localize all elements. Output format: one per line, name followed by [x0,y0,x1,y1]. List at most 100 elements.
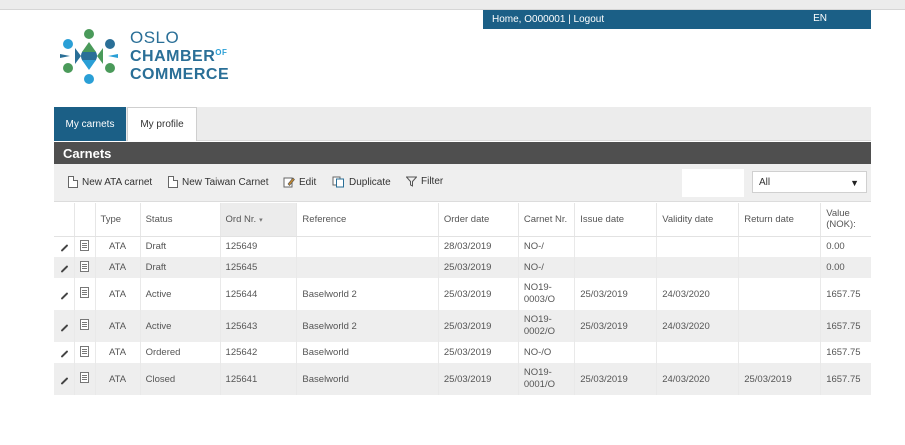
document-icon[interactable] [80,287,90,298]
pencil-icon[interactable] [60,350,68,358]
cell-return-date [738,236,822,257]
logo-text-oslo: OSLO [130,28,180,47]
duplicate-icon [332,176,344,188]
document-icon[interactable] [80,372,90,383]
table-body: ATA Draft 125649 28/03/2019 NO-/0.00 ATA Draft… [54,236,871,395]
language-switch[interactable]: EN [813,13,827,24]
header-validity-date[interactable]: Validity date [656,203,740,237]
row-view-cell [74,257,96,278]
logo-emblem-icon [60,29,118,84]
row-view-cell [74,342,96,363]
cell-validity-date: 24/03/2020 [656,310,740,342]
edit-button[interactable]: Edit [283,176,316,188]
cell-order-date: 25/03/2019 [438,310,519,342]
document-icon[interactable] [80,239,90,251]
toolbar-spacer [682,169,744,197]
cell-reference: Baselworld [296,363,439,395]
new-document-icon [168,176,178,188]
filter-button[interactable]: Filter [406,176,443,187]
table-row[interactable]: ATA Draft 125649 28/03/2019 NO-/ 0.00 [54,236,871,257]
document-icon[interactable] [80,319,90,330]
cell-order-date: 25/03/2019 [438,257,519,278]
table-header-row: Type Status Ord Nr. ▾ Reference Order dat… [54,203,871,237]
logo-text-chamber: CHAMBEROF [130,48,228,65]
header-status[interactable]: Status [140,203,221,237]
header-carnet-nr[interactable]: Carnet Nr. [518,203,576,237]
cell-issue-date: 25/03/2019 [574,310,658,342]
cell-return-date: 25/03/2019 [738,363,822,395]
table-row[interactable]: ATA Ordered 125642 Baselworld 25/03/2019 NO-/… [54,342,871,363]
cell-issue-date [574,236,658,257]
window-top-bar [0,0,905,10]
cell-value: 0.00 [826,241,845,253]
tab-my-profile[interactable]: My profile [127,107,197,141]
cell-ord-nr: 125649 [220,236,298,257]
cell-carnet-nr: NO-/ [518,257,576,278]
table-row[interactable]: ATA Active 125644 Baselworld 2 25/03/2019 NO1… [54,278,871,310]
cell-issue-date: 25/03/2019 [574,363,658,395]
row-edit-cell [54,236,75,257]
pencil-icon[interactable] [60,323,68,332]
header-return-date[interactable]: Return date [738,203,822,237]
row-edit-cell [54,310,75,342]
cell-issue-date: 25/03/2019 [574,278,658,310]
pencil-icon[interactable] [60,265,68,273]
cell-status: Draft [140,257,221,278]
new-ata-carnet-button[interactable]: New ATA carnet [68,176,152,188]
table-row[interactable]: ATA Active 125643 Baselworld 2 25/03/2019 NO1… [54,310,871,342]
logo[interactable]: OSLO CHAMBEROF COMMERCE [52,24,252,94]
cell-validity-date: 24/03/2020 [656,278,740,310]
header-type[interactable]: Type [95,203,141,237]
cell-carnet-nr: NO-/O [518,342,576,363]
status-filter-select[interactable]: All ▼ [752,171,867,193]
header-reference[interactable]: Reference [296,203,439,237]
logo-text-commerce: COMMERCE [130,66,230,83]
row-edit-cell [54,342,75,363]
duplicate-button[interactable]: Duplicate [332,176,391,188]
header-value[interactable]: Value (NOK): [820,203,871,237]
header-ord-nr[interactable]: Ord Nr. ▾ [220,203,298,237]
cell-status: Draft [140,236,221,257]
cell-value: 0.00 [820,257,871,278]
cell-order-date: 25/03/2019 [438,342,519,363]
cell-validity-date [656,236,740,257]
edit-icon [283,177,295,188]
cell-issue-date [574,342,658,363]
cell-ord-nr: 125644 [220,278,298,310]
table-row[interactable]: ATA Closed 125641 Baselworld 25/03/2019 NO19-… [54,363,871,395]
new-taiwan-carnet-button[interactable]: New Taiwan Carnet [168,176,269,188]
table-row[interactable]: ATA Draft 125645 25/03/2019 NO-/ 0.00 [54,257,871,278]
header-order-date[interactable]: Order date [438,203,519,237]
cell-value: 1657.75 [826,347,861,358]
toolbar: New ATA carnet New Taiwan Carnet Edit Du… [54,164,871,202]
header-edit-col [54,203,75,237]
sort-desc-icon: ▾ [259,216,263,224]
cell-status: Closed [140,363,221,395]
cell-reference: Baselworld 2 [296,310,439,342]
carnets-table: Type Status Ord Nr. ▾ Reference Order dat… [54,203,871,395]
row-view-cell [74,278,96,310]
cell-type: ATA [95,342,141,363]
header-issue-date[interactable]: Issue date [574,203,658,237]
document-icon[interactable] [80,345,90,357]
cell-issue-date [574,257,658,278]
cell-type: ATA [95,310,141,342]
pencil-icon[interactable] [60,376,68,385]
cell-return-date [738,257,822,278]
cell-reference: Baselworld [296,342,439,363]
document-icon[interactable] [80,260,90,272]
cell-ord-nr: 125642 [220,342,298,363]
cell-status: Active [140,278,221,310]
cell-return-date [738,310,822,342]
new-document-icon [68,176,78,188]
cell-carnet-nr: NO19-0002/O [518,310,576,342]
user-bar: Home, O000001 | Logout EN [483,10,871,29]
cell-type: ATA [95,257,141,278]
cell-reference [296,236,439,257]
row-view-cell [74,363,96,395]
user-links[interactable]: Home, O000001 | Logout [492,14,604,25]
pencil-icon[interactable] [60,244,68,253]
tab-my-carnets[interactable]: My carnets [54,107,126,141]
pencil-icon[interactable] [60,291,68,300]
cell-order-date: 25/03/2019 [438,363,519,395]
